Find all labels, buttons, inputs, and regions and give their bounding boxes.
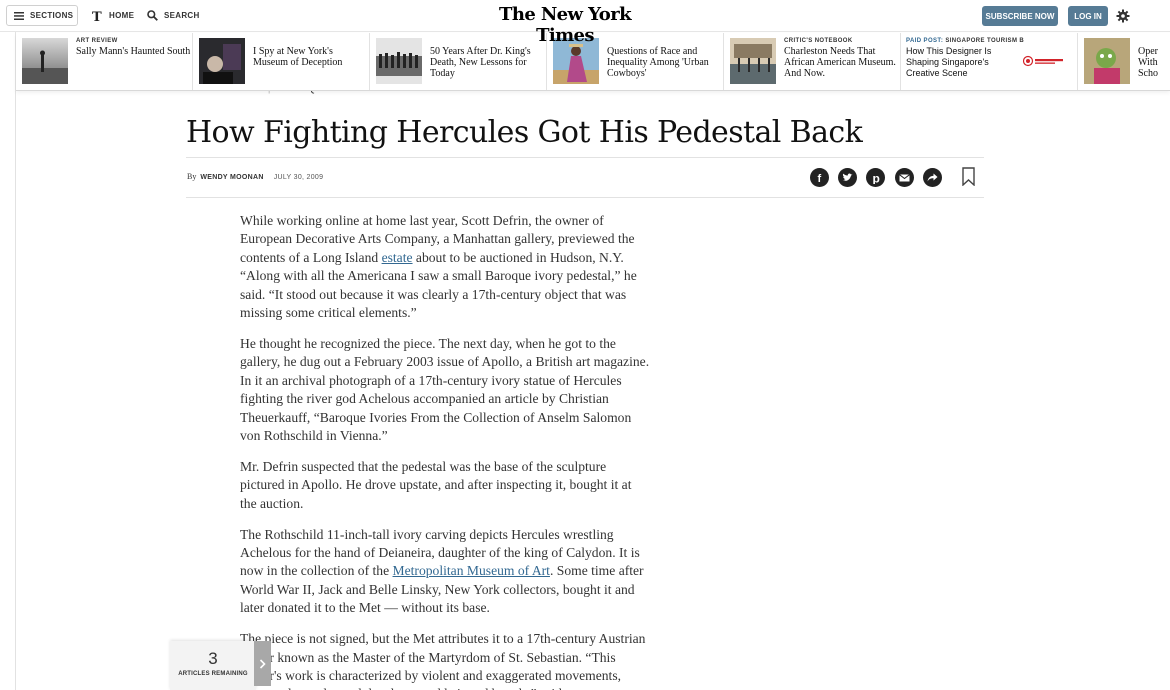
article-headline: How Fighting Hercules Got His Pedestal B… bbox=[186, 115, 863, 150]
search-label: SEARCH bbox=[164, 11, 200, 20]
ribbon-thumbnail-photo bbox=[376, 38, 422, 84]
top-bar: SECTIONS T HOME SEARCH The New York Time… bbox=[0, 0, 1170, 46]
ribbon-headline: How This Designer Is Shaping Singapore's… bbox=[906, 46, 992, 78]
ribbon-thumbnail-photo bbox=[1084, 38, 1130, 84]
ribbon-item-partial[interactable]: Oper With Scho bbox=[1078, 33, 1170, 90]
article-paragraph: Mr. Defrin suspected that the pedestal w… bbox=[240, 458, 632, 511]
svg-text:T: T bbox=[92, 10, 102, 22]
meter-label: ARTICLES REMAINING bbox=[178, 671, 248, 677]
ribbon-headline: Questions of Race and Inequality Among '… bbox=[607, 46, 709, 79]
pinterest-share-button[interactable]: p bbox=[866, 168, 885, 187]
ribbon-thumbnail-photo bbox=[22, 38, 68, 84]
sections-button[interactable]: SECTIONS bbox=[6, 5, 78, 26]
pinterest-icon: p bbox=[872, 172, 879, 184]
ribbon-headline: Oper With Scho bbox=[1138, 46, 1158, 79]
twitter-icon bbox=[842, 173, 853, 181]
met-museum-link[interactable]: Metropolitan Museum of Art bbox=[393, 563, 550, 578]
search-button[interactable]: SEARCH bbox=[147, 5, 200, 26]
article-paragraph: He thought he recognized the piece. The … bbox=[240, 335, 650, 443]
byline: By WENDY MOONAN JULY 30, 2009 bbox=[187, 172, 323, 181]
gear-icon[interactable] bbox=[1116, 9, 1130, 23]
email-icon bbox=[899, 173, 910, 181]
estate-link[interactable]: estate bbox=[382, 250, 413, 265]
ribbon-kicker: SINGAPORE TOURISM B bbox=[945, 38, 1025, 44]
singapore-logo-icon bbox=[1023, 55, 1063, 67]
article-paragraph: The Rothschild 11-inch-tall ivory carvin… bbox=[240, 526, 650, 618]
ribbon-kicker: CRITIC'S NOTEBOOK bbox=[784, 38, 853, 44]
ribbon-headline: Charleston Needs That African American M… bbox=[784, 46, 896, 79]
login-button[interactable]: LOG IN bbox=[1068, 6, 1108, 26]
ribbon-item-paid-post-singapore[interactable]: PAID POST: SINGAPORE TOURISM B How This … bbox=[901, 33, 1078, 90]
search-icon bbox=[147, 10, 158, 21]
ribbon-item-charleston[interactable]: CRITIC'S NOTEBOOK Charleston Needs That … bbox=[724, 33, 901, 90]
ribbon-kicker: ART REVIEW bbox=[76, 38, 118, 44]
bookmark-icon[interactable] bbox=[962, 167, 975, 186]
byline-author[interactable]: WENDY MOONAN bbox=[200, 174, 263, 181]
share-arrow-icon bbox=[927, 173, 938, 182]
facebook-icon: f bbox=[817, 173, 821, 183]
page-gutter-line bbox=[15, 0, 16, 690]
byline-by: By bbox=[187, 172, 197, 181]
ribbon-headline: I Spy at New York's Museum of Deception bbox=[253, 46, 343, 68]
subscribe-button[interactable]: SUBSCRIBE NOW bbox=[982, 6, 1058, 26]
email-share-button[interactable] bbox=[895, 168, 914, 187]
paid-post-label: PAID POST: bbox=[906, 38, 944, 44]
more-share-button[interactable] bbox=[923, 168, 942, 187]
home-button[interactable]: T HOME bbox=[92, 5, 134, 26]
meter-expand-button[interactable] bbox=[254, 641, 271, 686]
ribbon-item-museum-of-deception[interactable]: I Spy at New York's Museum of Deception bbox=[193, 33, 370, 90]
articles-remaining-meter[interactable]: 3 ARTICLES REMAINING bbox=[170, 641, 256, 690]
nyt-t-icon: T bbox=[92, 10, 102, 22]
ribbon-item-sally-mann[interactable]: ART REVIEW Sally Mann's Haunted South bbox=[16, 33, 193, 90]
nyt-masthead-logo[interactable]: The New York Times bbox=[470, 4, 660, 46]
article-paragraph: The piece is not signed, but the Met att… bbox=[240, 631, 646, 690]
byline-date: JULY 30, 2009 bbox=[273, 174, 324, 181]
ribbon-headline: 50 Years After Dr. King's Death, New Les… bbox=[430, 46, 531, 79]
ribbon-thumbnail-photo bbox=[199, 38, 245, 84]
svg-text:f: f bbox=[817, 173, 821, 183]
hamburger-icon bbox=[14, 11, 24, 20]
ribbon-headline: Sally Mann's Haunted South bbox=[76, 46, 191, 57]
article-paragraph: While working online at home last year, … bbox=[240, 212, 650, 322]
sections-label: SECTIONS bbox=[30, 11, 74, 20]
ribbon-thumbnail-photo bbox=[730, 38, 776, 84]
article-body: While working online at home last year, … bbox=[240, 212, 650, 690]
svg-text:p: p bbox=[872, 172, 879, 184]
facebook-share-button[interactable]: f bbox=[810, 168, 829, 187]
meter-count: 3 bbox=[208, 649, 218, 668]
twitter-share-button[interactable] bbox=[838, 168, 857, 187]
headline-divider bbox=[186, 157, 984, 158]
home-label: HOME bbox=[109, 11, 135, 20]
byline-divider bbox=[186, 197, 984, 198]
chevron-right-icon bbox=[259, 658, 266, 669]
